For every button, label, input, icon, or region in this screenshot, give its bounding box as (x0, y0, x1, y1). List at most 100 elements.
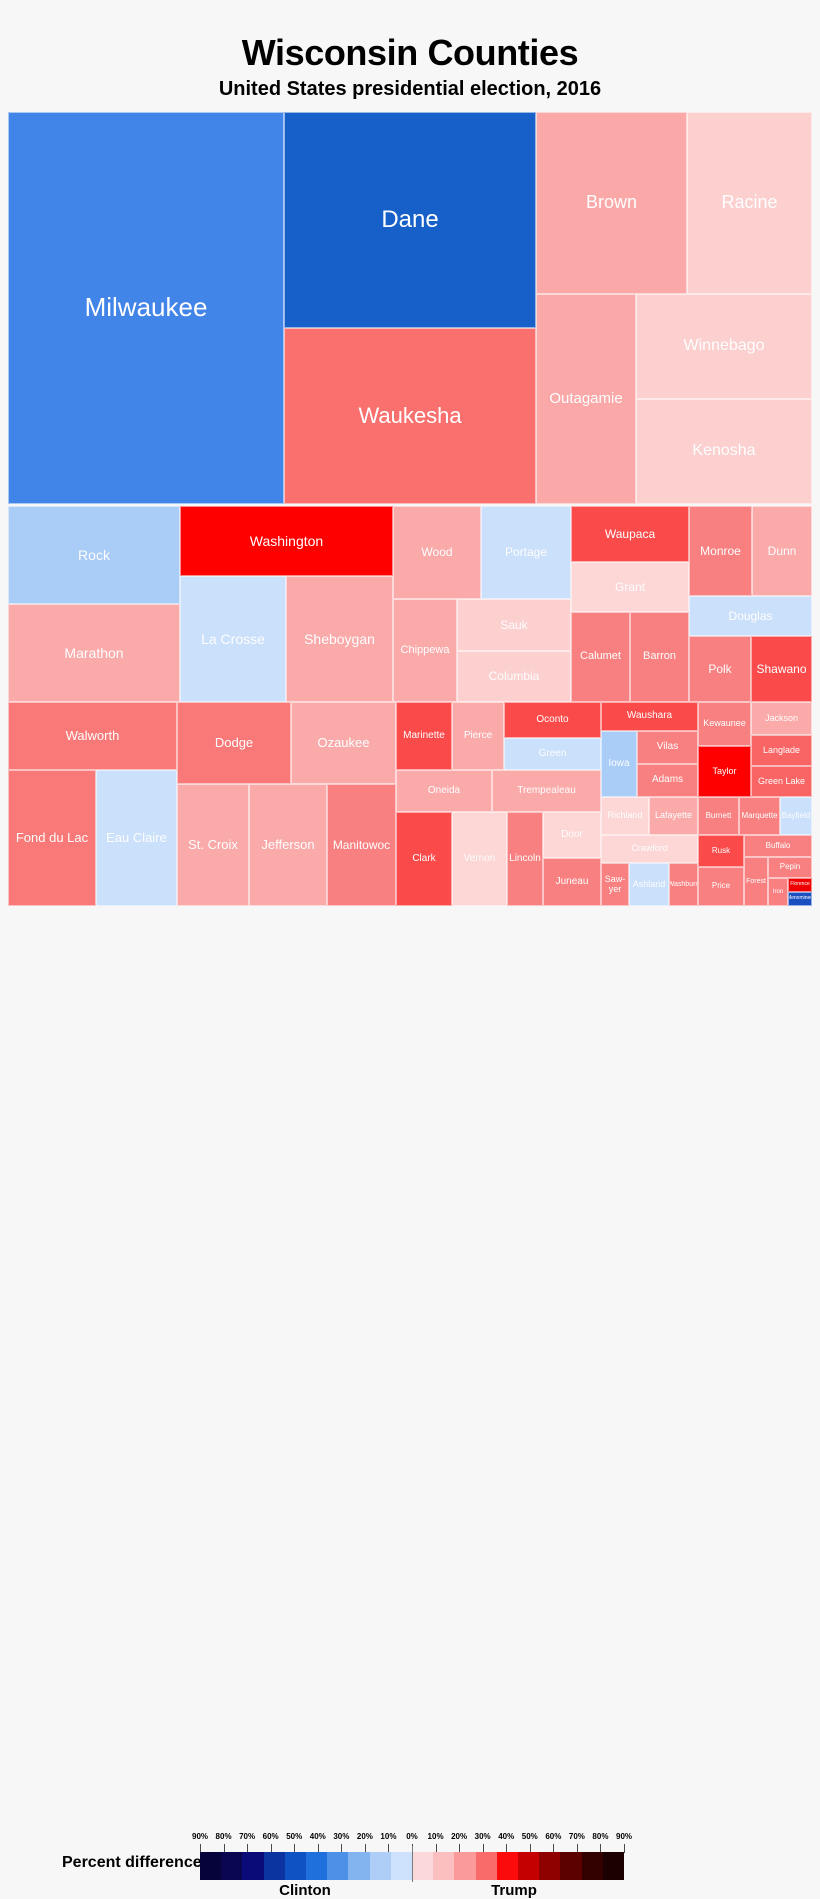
legend-tick-label: 10% (427, 1832, 444, 1841)
treemap-tile[interactable]: Saw- yer (601, 863, 629, 906)
legend-swatch (200, 1852, 222, 1880)
treemap-tile[interactable]: Waukesha (284, 328, 536, 504)
treemap-tile-label: Winnebago (683, 337, 765, 355)
treemap-tile-label: Portage (504, 545, 548, 560)
treemap-tile[interactable]: Monroe (689, 506, 752, 596)
treemap-tile[interactable]: Oneida (396, 770, 492, 812)
legend: Percent difference: 90% 80% 70% 60% 50% 40% 30… (0, 912, 820, 1899)
treemap-tile[interactable]: Waupaca (571, 506, 689, 562)
treemap-tile[interactable]: Jefferson (249, 784, 327, 906)
treemap-tile[interactable]: Marinette (396, 702, 452, 770)
treemap-tile[interactable]: Calumet (571, 612, 630, 702)
treemap-tile-label: Grant (614, 579, 645, 594)
treemap-tile[interactable]: St. Croix (177, 784, 249, 906)
treemap-tile[interactable]: Waushara (601, 702, 698, 731)
treemap-tile[interactable]: Pierce (452, 702, 504, 770)
treemap-tile[interactable]: Dodge (177, 702, 291, 784)
legend-tick-label: 70% (239, 1832, 256, 1841)
treemap-tile[interactable]: Green Lake (751, 766, 812, 797)
legend-tick-label: 30% (474, 1832, 491, 1841)
legend-label: Percent difference: (62, 1854, 207, 1871)
treemap-tile[interactable]: Barron (630, 612, 689, 702)
treemap-tile[interactable]: Door (543, 812, 601, 858)
treemap-tile[interactable]: Lincoln (507, 812, 543, 906)
treemap-tile[interactable]: Menominee (788, 892, 812, 906)
page-title: Wisconsin Counties (241, 32, 579, 73)
treemap-tile-label: Crawford (631, 843, 668, 854)
treemap-tile[interactable]: Trempealeau (492, 770, 601, 812)
treemap-tile[interactable]: Buffalo (744, 835, 812, 857)
treemap-tile-label: Waupaca (604, 526, 656, 541)
treemap-tile[interactable]: Outagamie (536, 294, 636, 504)
treemap-tile[interactable]: Eau Claire (96, 770, 177, 906)
treemap-tile[interactable]: Green (504, 738, 601, 770)
treemap-tile[interactable]: Wood (393, 506, 481, 599)
treemap-tile[interactable]: Chippewa (393, 599, 457, 702)
treemap-tile[interactable]: Burnett (698, 797, 739, 835)
treemap-tile[interactable]: Florence (788, 878, 812, 892)
treemap-tile-label: Marinette (403, 729, 445, 741)
treemap-tile[interactable]: Clark (396, 812, 452, 906)
treemap-tile-label: Vernon (463, 852, 496, 864)
treemap-tile[interactable]: Price (698, 867, 744, 906)
treemap-tile[interactable]: Crawford (601, 835, 698, 863)
treemap-tile[interactable]: Marathon (8, 604, 180, 702)
treemap-tile[interactable]: Washington (180, 506, 393, 576)
treemap-tile[interactable]: Sauk (457, 599, 571, 651)
treemap-tile-label: Green (538, 747, 567, 759)
treemap-tile[interactable]: Shawano (751, 636, 812, 702)
treemap-tile-label: Door (561, 828, 583, 840)
treemap-tile[interactable]: Taylor (698, 746, 751, 797)
treemap-tile-label: Clark (412, 852, 436, 864)
treemap-chart: Milwaukee Dane Waukesha Brown Racine Outagami… (8, 112, 812, 906)
treemap-tile[interactable]: Kewaunee (698, 702, 751, 746)
treemap-tile[interactable]: Walworth (8, 702, 177, 770)
legend-swatch (602, 1852, 625, 1880)
treemap-tile[interactable]: Langlade (751, 735, 812, 766)
treemap-tile[interactable]: Columbia (457, 651, 571, 702)
treemap-tile[interactable]: Juneau (543, 858, 601, 906)
treemap-tile-label: Vilas (656, 741, 679, 753)
treemap-tile[interactable]: Washburn (669, 863, 698, 906)
treemap-tile-label: Dane (381, 206, 439, 234)
treemap-tile[interactable]: Marquette (739, 797, 780, 835)
treemap-tile[interactable]: Oconto (504, 702, 601, 738)
treemap-tile[interactable]: Fond du Lac (8, 770, 96, 906)
treemap-tile[interactable]: Polk (689, 636, 751, 702)
treemap-tile[interactable]: Kenosha (636, 399, 812, 504)
treemap-tile[interactable]: Dunn (752, 506, 812, 596)
treemap-tile[interactable]: Richland (601, 797, 649, 835)
treemap-tile[interactable]: Brown (536, 112, 687, 294)
treemap-tile-label: Adams (651, 774, 684, 786)
treemap-tile[interactable]: Portage (481, 506, 571, 599)
treemap-tile-label: Wood (421, 545, 453, 560)
treemap-tile[interactable]: Dane (284, 112, 536, 328)
treemap-tile[interactable]: Rock (8, 506, 180, 604)
treemap-tile[interactable]: Pepin (768, 857, 812, 878)
treemap-tile[interactable]: Racine (687, 112, 812, 294)
treemap-tile[interactable]: Ozaukee (291, 702, 396, 784)
treemap-tile[interactable]: La Crosse (180, 576, 286, 702)
treemap-tile[interactable]: Ashland (629, 863, 669, 906)
treemap-tile[interactable]: Jackson (751, 702, 812, 735)
treemap-tile[interactable]: Douglas (689, 596, 812, 636)
treemap-tile[interactable]: Sheboygan (286, 576, 393, 702)
treemap-tile[interactable]: Adams (637, 764, 698, 797)
treemap-tile[interactable]: Bayfield (780, 797, 812, 835)
treemap-tile[interactable]: Lafayette (649, 797, 698, 835)
treemap-tile[interactable]: Vernon (452, 812, 507, 906)
treemap-tile[interactable]: Vilas (637, 731, 698, 764)
treemap-tile[interactable]: Milwaukee (8, 112, 284, 504)
treemap-tile[interactable]: Rusk (698, 835, 744, 867)
treemap-tile[interactable]: Iron (768, 878, 788, 906)
treemap-tile-label: Marquette (741, 810, 778, 820)
legend-tick-labels: 90% 80% 70% 60% 50% 40% 30% 20% 10% 0% 10% 20% 30% 40… (192, 1832, 632, 1844)
treemap-tile[interactable]: Winnebago (636, 294, 812, 399)
treemap-tile[interactable]: Iowa (601, 731, 637, 797)
legend-tick-label: 40% (309, 1832, 326, 1841)
treemap-tile-label: Monroe (700, 543, 741, 558)
treemap-tile[interactable]: Grant (571, 562, 689, 612)
treemap-tile[interactable]: Manitowoc (327, 784, 396, 906)
treemap-tile-label: Bayfield (781, 810, 811, 820)
treemap-tile[interactable]: Forest (744, 857, 768, 906)
